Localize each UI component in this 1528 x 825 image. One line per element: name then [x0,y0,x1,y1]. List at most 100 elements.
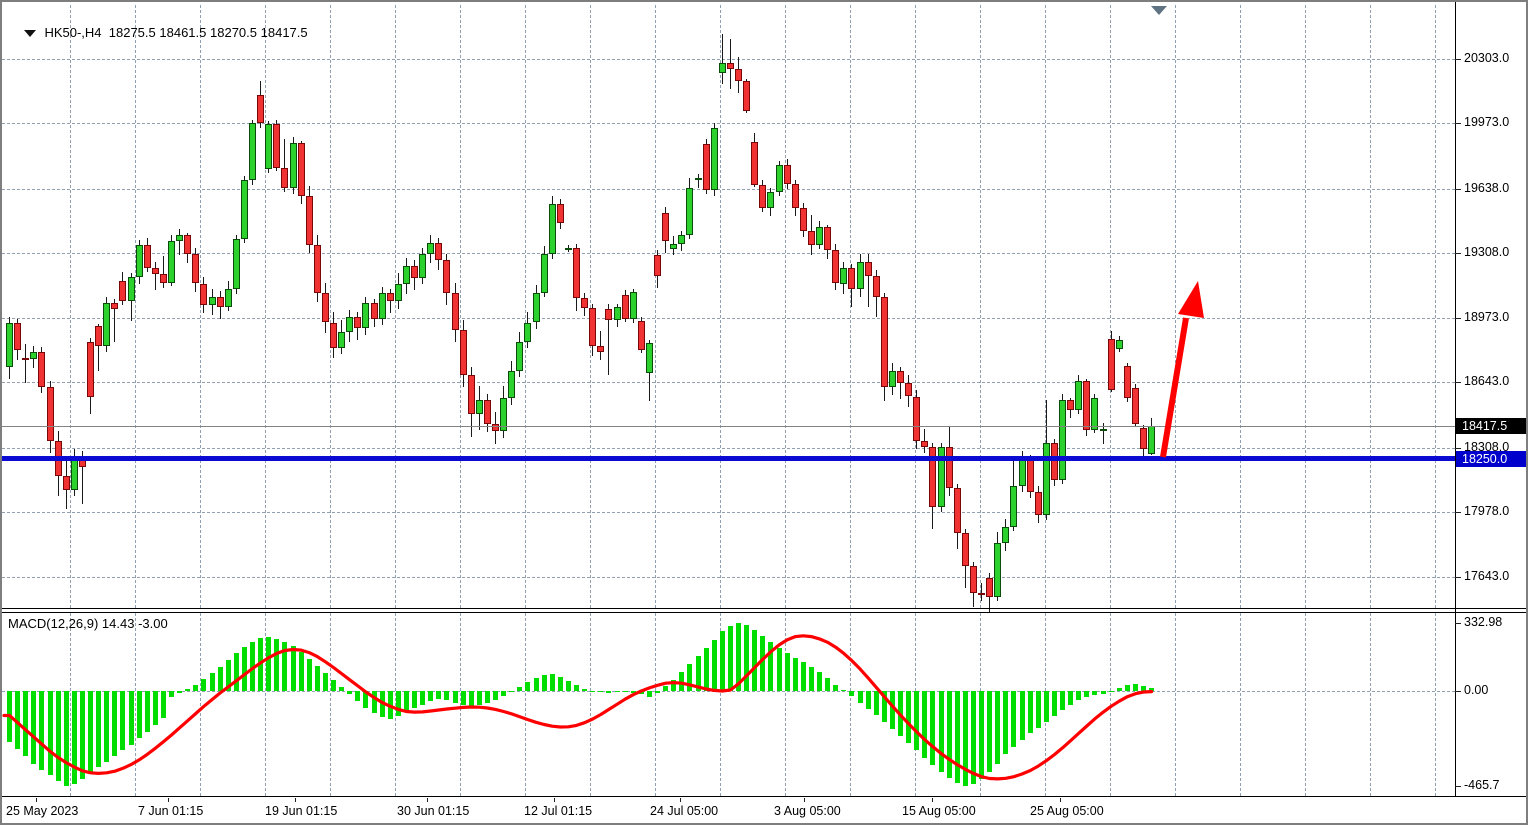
candle [905,383,912,397]
candle [379,293,386,318]
candle [970,566,977,593]
scroll-position-marker-icon[interactable] [1151,6,1167,15]
macd-bar [234,653,239,691]
macd-bar [712,640,717,692]
time-axis-tick [680,798,681,802]
candle-wick [981,583,982,601]
candle [711,128,718,190]
vertical-gridline [265,5,266,608]
support-hline-18250[interactable] [2,456,1455,461]
candle [281,168,288,188]
macd-bar [979,691,984,779]
price-axis-tick [1455,577,1461,578]
candle [597,346,604,352]
macd-bar [582,689,587,691]
price-axis-tick [1455,512,1461,513]
candle [103,303,110,346]
macd-bar [64,691,69,786]
high-value: 18461.5 [159,25,206,40]
candle [808,231,815,245]
macd-bar [161,691,166,718]
candle [136,245,143,277]
macd-bar [453,691,458,703]
macd-bar [258,638,263,691]
candle [452,293,459,330]
support-line-badge: 18250.0 [1456,451,1528,467]
candle [751,142,758,185]
candle [22,358,29,360]
macd-bar [218,667,223,692]
candle [1140,428,1147,449]
macd-bar [169,691,174,697]
macd-bar [137,691,142,738]
candle [476,400,483,414]
candle [30,352,37,359]
macd-bar [404,691,409,712]
candle [565,248,572,250]
vertical-gridline [1370,5,1371,608]
candle [824,227,831,250]
candle [857,262,864,289]
macd-bar [1011,691,1016,747]
candle [549,204,556,255]
time-axis-label: 7 Jun 01:15 [138,804,203,818]
macd-panel-bottom-border [2,796,1526,797]
candle [322,293,329,322]
candle [362,303,369,328]
candle [443,260,450,293]
macd-bar [971,691,976,784]
candle [759,185,766,208]
macd-bar [485,691,490,703]
macd-bar [987,691,992,772]
candle [962,533,969,566]
current-price-line [2,426,1455,427]
candle [743,81,750,111]
macd-bar [56,691,61,781]
candle [516,342,523,371]
macd-bar [299,652,304,691]
symbol-dropdown-icon[interactable] [24,30,36,37]
macd-bar [1125,685,1130,691]
candle [1132,388,1139,424]
candle [816,227,823,245]
macd-bar [777,648,782,691]
macd-bar [906,691,911,743]
macd-indicator-label: MACD(12,26,9) 14.43 -3.00 [8,616,168,631]
candle [200,284,207,305]
macd-bar [31,691,36,764]
macd-bar [866,691,871,709]
vertical-gridline [330,613,331,796]
candle [1100,429,1107,431]
macd-bar [380,691,385,717]
macd-bar [96,691,101,767]
vertical-gridline [460,613,461,796]
vertical-gridline [1305,613,1306,796]
candle-wick [155,262,156,290]
macd-bar [955,691,960,783]
arrow-head [1178,281,1204,318]
time-axis-tick [804,798,805,802]
horizontal-gridline [2,189,1455,190]
vertical-gridline [200,5,201,608]
macd-bar [315,666,320,691]
macd-zero-gridline [2,691,1455,692]
time-axis-label: 30 Jun 01:15 [397,804,469,818]
candle [338,332,345,348]
candle [217,297,224,307]
candle [160,274,167,284]
macd-bar [590,691,595,692]
macd-bar [687,664,692,691]
macd-bar [120,691,125,750]
candle [95,326,102,346]
vertical-gridline [915,5,916,608]
candle [1051,443,1058,480]
macd-bar [396,691,401,716]
macd-bar [420,691,425,705]
macd-bar [639,691,644,694]
candle [1059,400,1066,480]
horizontal-gridline [2,59,1455,60]
price-axis-tick [1455,123,1461,124]
vertical-gridline [785,613,786,796]
macd-bar [655,691,660,693]
macd-bar [793,658,798,691]
